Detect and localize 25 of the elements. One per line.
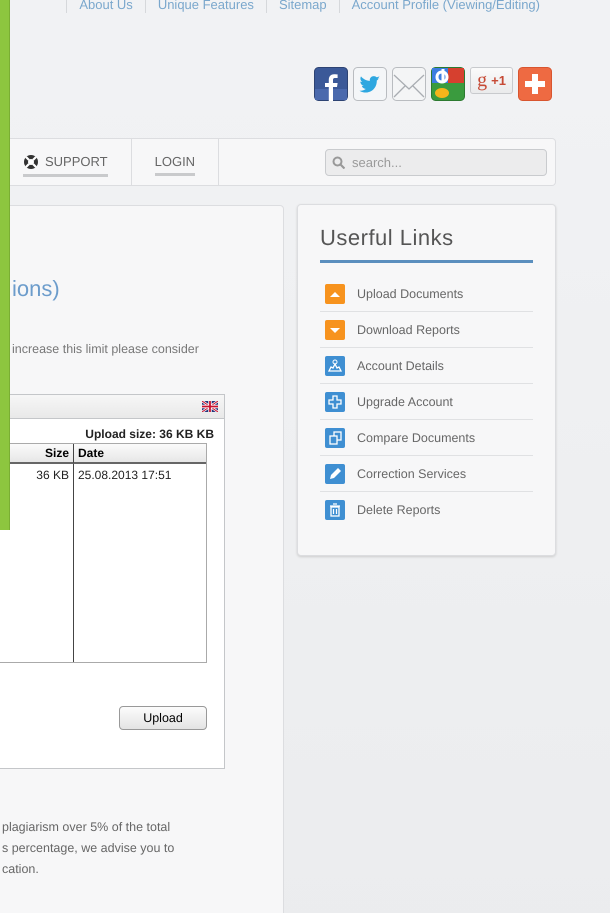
sidebar-link[interactable]: Compare Documents bbox=[357, 430, 476, 444]
column-header: Date bbox=[74, 444, 206, 464]
sidebar-link[interactable]: Download Reports bbox=[357, 322, 460, 336]
sidebar-link[interactable]: Upload Documents bbox=[357, 286, 464, 300]
search-icon bbox=[332, 156, 345, 168]
panel-title: Userful Links bbox=[320, 225, 533, 263]
sidebar-link[interactable]: Account Details bbox=[357, 358, 444, 372]
plus-one-button[interactable]: g +1 bbox=[470, 67, 513, 94]
info-paragraph: plagiarism over 5% of the total s percentage, we advise you to cation. bbox=[1, 819, 176, 878]
limit-note: increase this limit please consider bbox=[11, 342, 200, 356]
sidebar-link[interactable]: Correction Services bbox=[357, 466, 466, 480]
table-cell-text: 25.08.2013 17:51 bbox=[77, 467, 172, 484]
upload-button[interactable]: Upload bbox=[119, 706, 207, 730]
upload-size-label: Upload size: 36 KB KB bbox=[84, 426, 215, 441]
page-heading: ions) bbox=[11, 276, 61, 302]
nav-link[interactable]: SUPPORT bbox=[23, 148, 108, 176]
flag-icon[interactable] bbox=[202, 401, 218, 412]
lifebuoy-icon bbox=[23, 154, 39, 170]
table-cell: 36 KB bbox=[0, 464, 74, 662]
f-logo-icon[interactable] bbox=[314, 67, 348, 101]
sidebar-link[interactable]: Upgrade Account bbox=[357, 394, 453, 408]
nav-link[interactable]: LOGIN bbox=[154, 148, 196, 176]
plus-icon[interactable] bbox=[518, 67, 552, 101]
sidebar-link[interactable]: Delete Reports bbox=[357, 502, 440, 516]
search-field[interactable]: search... bbox=[325, 148, 547, 176]
